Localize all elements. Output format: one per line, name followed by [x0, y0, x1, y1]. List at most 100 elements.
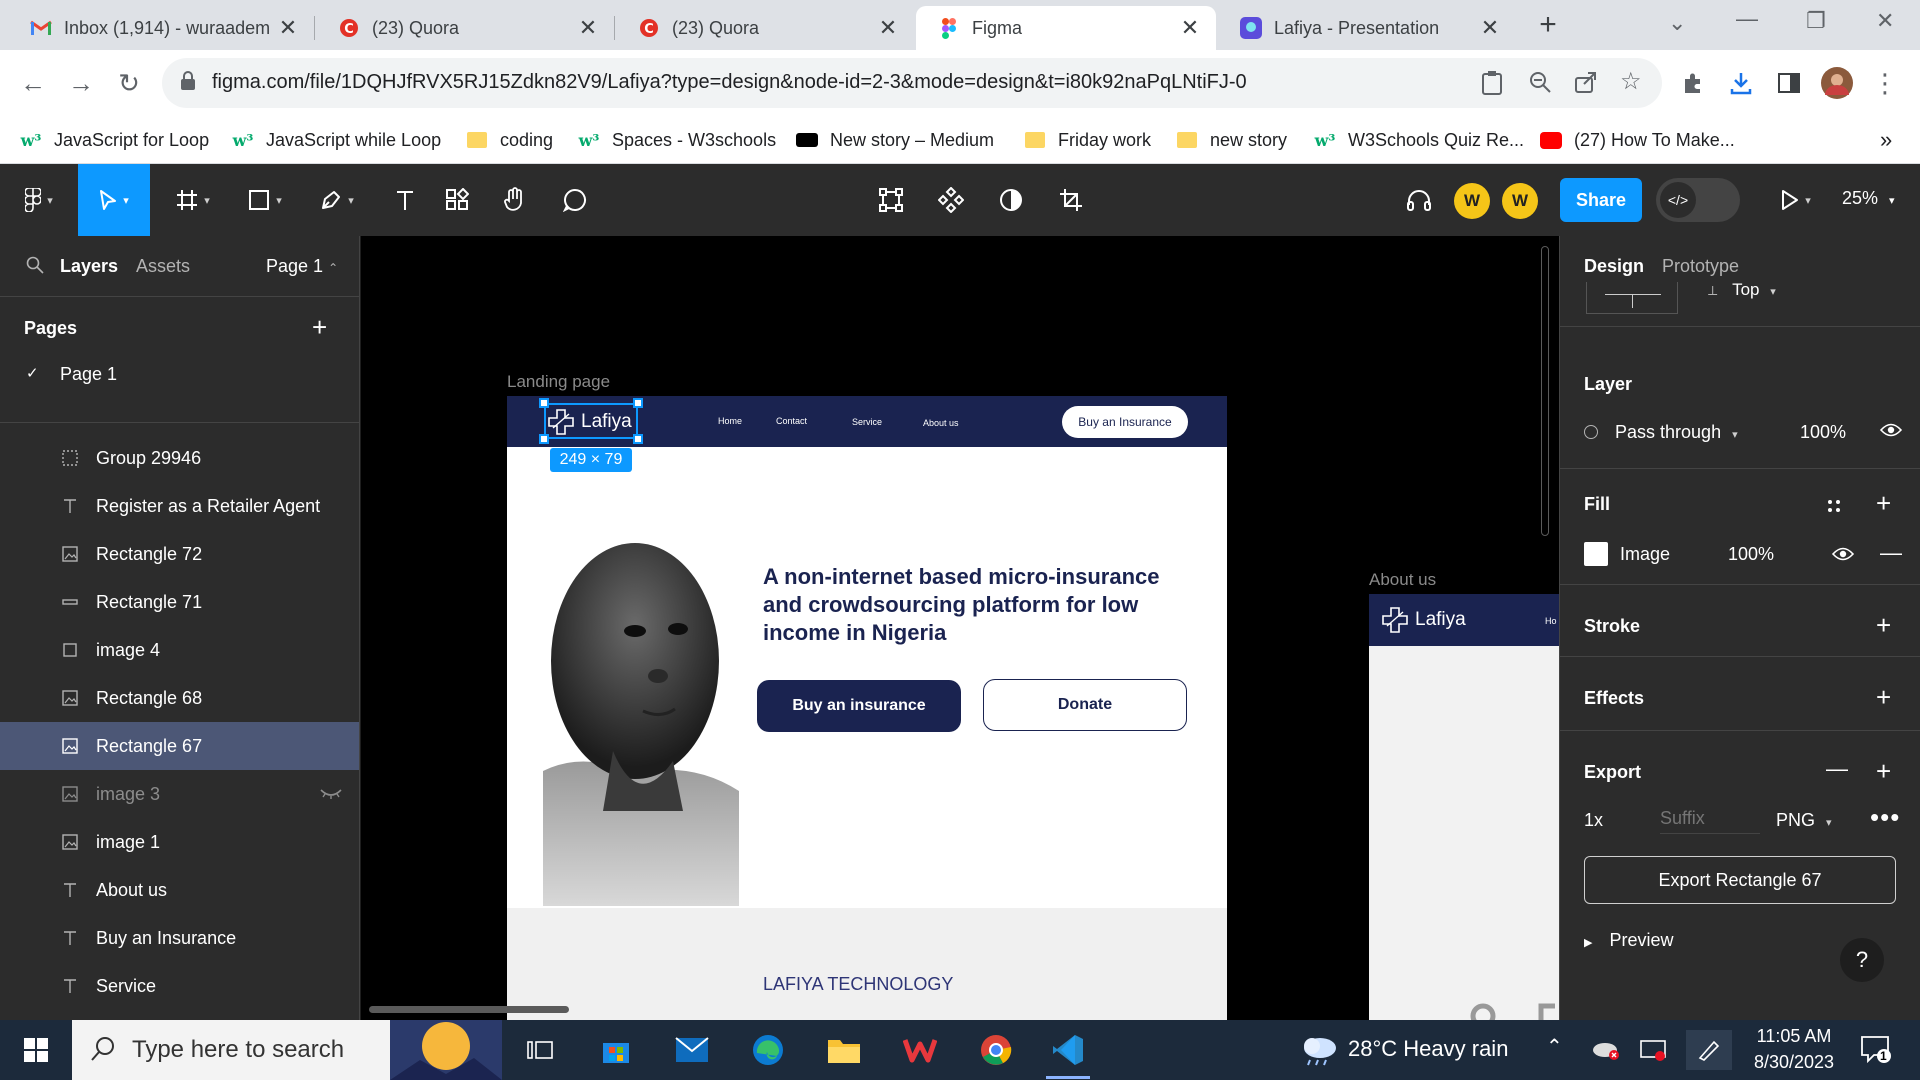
tab-design[interactable]: Design	[1584, 256, 1644, 277]
fill-styles-icon[interactable]	[1826, 498, 1842, 514]
help-button[interactable]: ?	[1840, 938, 1884, 982]
vscode-icon[interactable]	[1046, 1028, 1090, 1072]
tab-quora-1[interactable]: C (23) Quora ✕	[316, 6, 614, 50]
export-button[interactable]: Export Rectangle 67	[1584, 856, 1896, 904]
remove-export-icon[interactable]: —	[1826, 756, 1848, 782]
bookmark-item[interactable]: w³ W3Schools Quiz Re...	[1314, 124, 1524, 156]
collaborator-avatar[interactable]: W	[1502, 183, 1538, 219]
search-icon[interactable]	[26, 256, 44, 274]
layer-row[interactable]: About us	[0, 866, 359, 914]
side-panel-icon[interactable]	[1772, 66, 1806, 100]
remove-fill-icon[interactable]: —	[1880, 540, 1902, 566]
bookmark-item[interactable]: New story – Medium	[796, 124, 994, 156]
layer-row[interactable]: Group 29946	[0, 434, 359, 482]
about-us-frame[interactable]: Lafiya Ho	[1369, 594, 1559, 1020]
tab-prototype[interactable]: Prototype	[1662, 256, 1739, 277]
bookmark-item[interactable]: Friday work	[1024, 124, 1151, 156]
horizontal-scrollbar[interactable]	[369, 1006, 569, 1013]
show-hidden-icons[interactable]: ⌃	[1546, 1034, 1563, 1059]
frame-tool-button[interactable]: ▾	[166, 164, 220, 236]
transform-button[interactable]	[866, 164, 916, 236]
pen-tool-button[interactable]: ▾	[310, 164, 364, 236]
add-page-icon[interactable]: +	[312, 312, 327, 343]
fill-swatch[interactable]	[1584, 542, 1608, 566]
comment-tool-button[interactable]	[550, 164, 600, 236]
extensions-icon[interactable]	[1676, 66, 1710, 100]
bookmark-item[interactable]: (27) How To Make...	[1540, 124, 1735, 156]
export-scale-select[interactable]: 1x	[1584, 810, 1603, 831]
new-tab-button[interactable]: +	[1532, 10, 1564, 42]
more-menu-icon[interactable]: ⋮	[1868, 66, 1902, 100]
lafiya-logo[interactable]: Lafiya	[1381, 606, 1466, 634]
microsoft-store-icon[interactable]	[594, 1028, 638, 1072]
mail-icon[interactable]	[670, 1028, 714, 1072]
nav-buy-insurance-button[interactable]: Buy an Insurance	[1062, 406, 1188, 438]
close-tab-icon[interactable]: ✕	[576, 15, 600, 41]
bookmark-star-icon[interactable]: ☆	[1620, 70, 1642, 94]
crop-button[interactable]	[1046, 164, 1096, 236]
start-button[interactable]	[14, 1028, 58, 1072]
more-bookmarks-icon[interactable]: »	[1880, 124, 1892, 156]
tab-assets[interactable]: Assets	[136, 256, 190, 277]
nav-home[interactable]: Home	[718, 416, 742, 426]
resize-handle[interactable]	[633, 434, 643, 444]
hero-donate-button[interactable]: Donate	[983, 679, 1187, 731]
add-stroke-icon[interactable]: +	[1876, 610, 1891, 641]
component-button[interactable]	[926, 164, 976, 236]
add-fill-icon[interactable]: +	[1876, 488, 1891, 519]
edge-icon[interactable]	[746, 1028, 790, 1072]
child-photo[interactable]	[543, 511, 739, 906]
frame-label-about[interactable]: About us	[1369, 570, 1436, 590]
layer-row[interactable]: image 1	[0, 818, 359, 866]
bookmark-item[interactable]: w³ JavaScript while Loop	[232, 124, 442, 156]
hand-tool-button[interactable]	[490, 164, 540, 236]
hero-buy-insurance-button[interactable]: Buy an insurance	[757, 680, 961, 732]
move-tool-button[interactable]: ▾	[78, 164, 150, 236]
bookmark-item[interactable]: new story	[1176, 124, 1287, 156]
layer-row-hidden[interactable]: image 3	[0, 770, 359, 818]
layer-row[interactable]: Service	[0, 962, 359, 1010]
share-button[interactable]: Share	[1560, 178, 1642, 222]
resize-handle[interactable]	[633, 398, 643, 408]
layer-row[interactable]: Rectangle 71	[0, 578, 359, 626]
layer-row-selected[interactable]: Rectangle 67	[0, 722, 359, 770]
share-page-icon[interactable]	[1574, 70, 1598, 94]
display-icon[interactable]	[1640, 1038, 1666, 1062]
resources-button[interactable]	[432, 164, 482, 236]
export-format-dropdown[interactable]: PNG ▾	[1776, 810, 1832, 831]
minimize-icon[interactable]: —	[1736, 6, 1758, 32]
weather-icon[interactable]	[1300, 1034, 1338, 1066]
tab-figma[interactable]: Figma ✕	[916, 6, 1216, 50]
nav-service[interactable]: Service	[852, 417, 882, 427]
layer-row[interactable]: Register as a Retailer Agent	[0, 482, 359, 530]
add-effect-icon[interactable]: +	[1876, 682, 1891, 713]
clock-time[interactable]: 11:05 AM	[1744, 1026, 1844, 1047]
close-window-icon[interactable]: ✕	[1876, 8, 1894, 34]
tab-lafiya-presentation[interactable]: Lafiya - Presentation ✕	[1218, 6, 1516, 50]
tab-search-chevron-icon[interactable]: ⌄	[1668, 10, 1686, 36]
layer-opacity-input[interactable]: 100%	[1800, 422, 1846, 443]
forward-icon[interactable]: →	[64, 66, 98, 100]
vertical-scrollbar[interactable]	[1541, 246, 1549, 536]
preview-toggle[interactable]: ▶ Preview	[1584, 930, 1674, 951]
eye-icon[interactable]	[1880, 422, 1902, 438]
download-icon[interactable]	[1724, 66, 1758, 100]
frame-label-landing[interactable]: Landing page	[507, 372, 610, 392]
eye-closed-icon[interactable]	[320, 788, 342, 800]
back-icon[interactable]: ←	[16, 66, 50, 100]
reload-icon[interactable]: ↻	[112, 66, 146, 100]
tab-gmail[interactable]: Inbox (1,914) - wuraadem ✕	[8, 6, 314, 50]
address-bar[interactable]: figma.com/file/1DQHJfRVX5RJ15Zdkn82V9/La…	[162, 58, 1662, 108]
add-export-icon[interactable]: +	[1876, 756, 1891, 787]
close-tab-icon[interactable]: ✕	[1478, 15, 1502, 41]
nav-about[interactable]: About us	[923, 418, 959, 428]
nav-contact[interactable]: Contact	[776, 416, 807, 426]
hero-headline[interactable]: A non-internet based micro-insurance and…	[763, 563, 1203, 647]
dev-mode-toggle[interactable]: </>	[1656, 178, 1740, 222]
main-menu-button[interactable]: ▾	[14, 164, 64, 236]
audio-chat-button[interactable]	[1394, 164, 1444, 236]
technology-section[interactable]: LAFIYA TECHNOLOGY	[507, 908, 1227, 1020]
bookmark-item[interactable]: w³ Spaces - W3schools	[578, 124, 776, 156]
file-explorer-icon[interactable]	[822, 1028, 866, 1072]
tab-quora-2[interactable]: C (23) Quora ✕	[616, 6, 914, 50]
